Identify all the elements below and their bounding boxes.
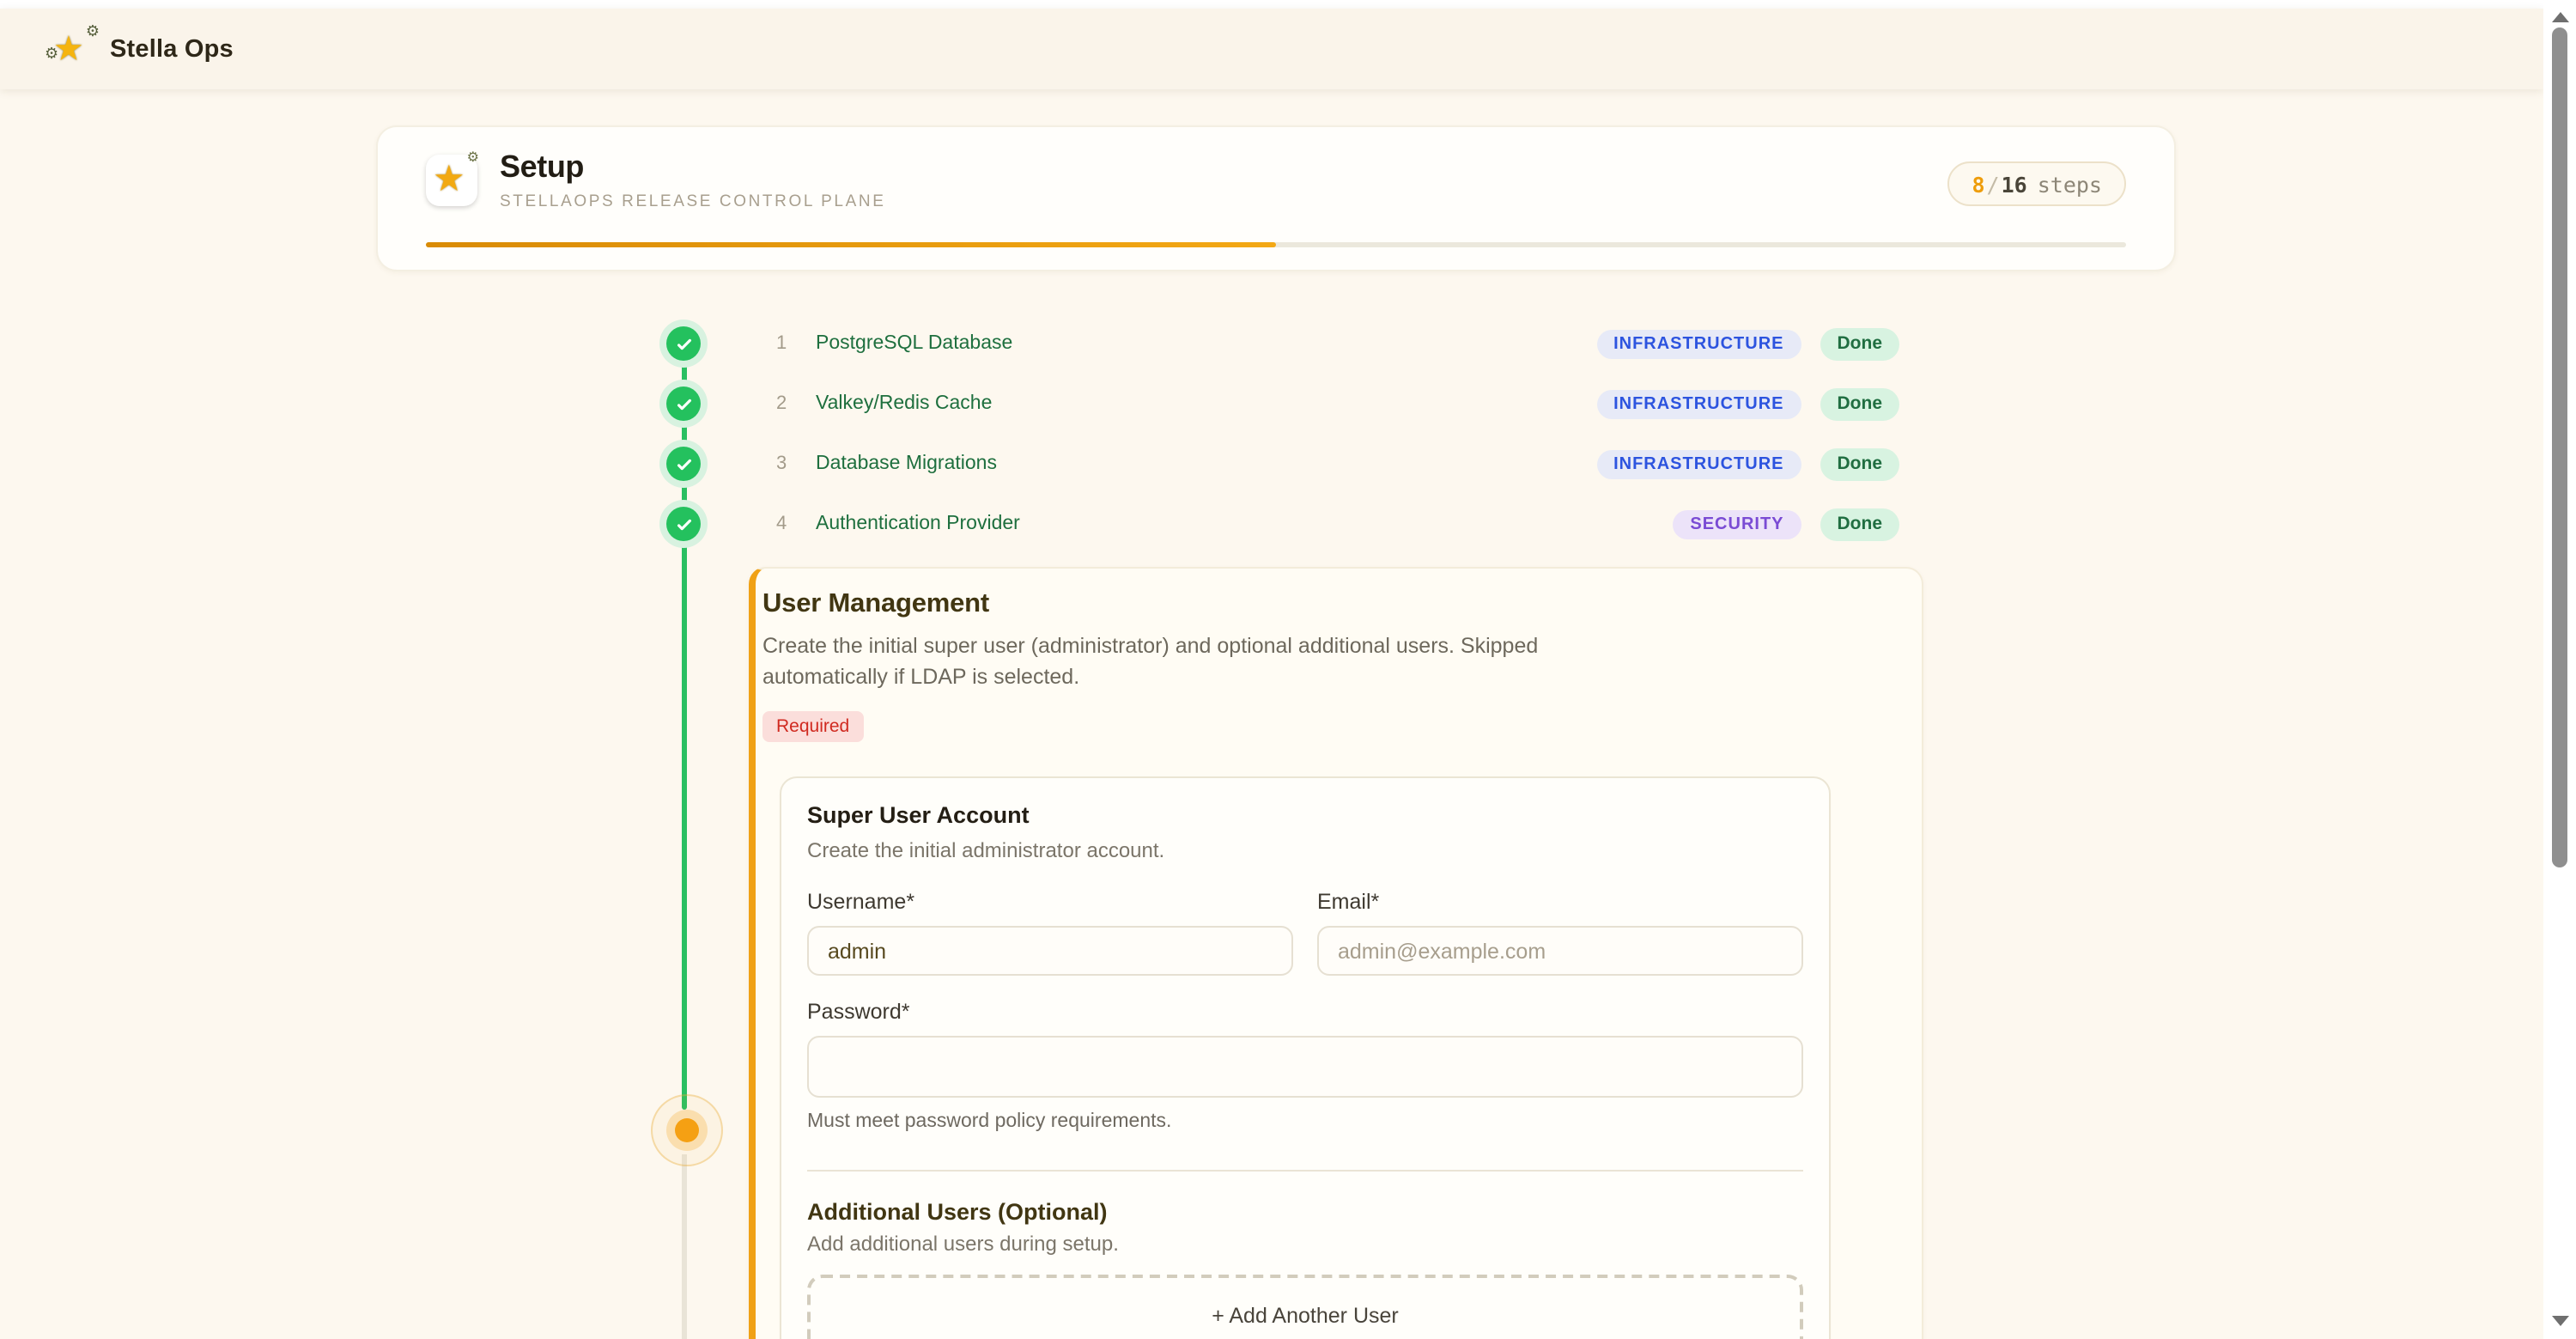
section-title: User Management (762, 589, 1880, 620)
step-number: 2 (776, 393, 800, 414)
password-label: Password* (807, 1000, 1803, 1024)
current-step-dot (675, 1118, 699, 1142)
additional-users-title: Additional Users (Optional) (807, 1199, 1803, 1225)
step-title: Authentication Provider (816, 514, 1020, 534)
setup-title: Setup (500, 149, 584, 186)
app-name: Stella Ops (110, 35, 234, 63)
category-badge: SECURITY (1673, 509, 1801, 539)
check-icon (666, 447, 701, 481)
steps-word: steps (2038, 171, 2102, 197)
step-title: PostgreSQL Database (816, 333, 1012, 354)
user-management-card: User Management Create the initial super… (749, 567, 1923, 1339)
super-user-title: Super User Account (807, 802, 1803, 828)
setup-subtitle: STELLAOPS RELEASE CONTROL PLANE (500, 192, 885, 211)
super-user-panel: Super User Account Create the initial ad… (780, 776, 1831, 1339)
steps-progress-badge: 8 / 16 steps (1947, 161, 2126, 206)
add-another-user-button[interactable]: + Add Another User (807, 1275, 1803, 1339)
password-hint: Must meet password policy requirements. (807, 1111, 1803, 1132)
app-window: ⚙ ★ ⚙ Stella Ops ★ ⚙ Setup STELLAOPS REL… (0, 0, 2576, 1339)
category-badge: INFRASTRUCTURE (1596, 329, 1801, 358)
scrollbar-up-icon[interactable] (2552, 12, 2569, 22)
gear-icon: ⚙ (467, 149, 479, 165)
step-title: Valkey/Redis Cache (816, 393, 992, 414)
gear-icon: ⚙ (86, 21, 100, 40)
step-row-valkey-redis[interactable]: 2 Valkey/Redis Cache INFRASTRUCTURE Done (666, 383, 1899, 424)
top-navigation-bar: ⚙ ★ ⚙ Stella Ops (0, 9, 2543, 89)
username-email-row: Username* Email* (807, 890, 1803, 976)
setup-progress-track (426, 241, 2126, 247)
check-icon (666, 326, 701, 361)
status-badge: Done (1820, 447, 1900, 480)
status-badge: Done (1820, 387, 1900, 420)
status-badge: Done (1820, 327, 1900, 360)
email-label: Email* (1317, 890, 1803, 914)
super-user-description: Create the initial administrator account… (807, 838, 1803, 862)
setup-header-card: ★ ⚙ Setup STELLAOPS RELEASE CONTROL PLAN… (376, 125, 2176, 271)
steps-separator: / (1987, 171, 2000, 197)
step-title: Database Migrations (816, 453, 997, 474)
step-number: 3 (776, 453, 800, 474)
setup-progress-fill (426, 241, 1276, 247)
setup-star-icon: ★ ⚙ (426, 155, 477, 206)
scrollbar[interactable] (2543, 0, 2576, 1339)
timeline-upcoming-line (682, 1154, 686, 1339)
steps-done-count: 8 (1971, 171, 1984, 197)
additional-users-description: Add additional users during setup. (807, 1232, 1803, 1256)
stella-ops-logo-icon: ⚙ ★ ⚙ (52, 28, 93, 70)
step-row-database-migrations[interactable]: 3 Database Migrations INFRASTRUCTURE Don… (666, 443, 1899, 484)
category-badge: INFRASTRUCTURE (1596, 389, 1801, 418)
section-description: Create the initial super user (administr… (762, 630, 1880, 692)
step-number: 4 (776, 514, 800, 534)
password-input[interactable] (807, 1036, 1803, 1098)
category-badge: INFRASTRUCTURE (1596, 449, 1801, 478)
step-row-postgresql[interactable]: 1 PostgreSQL Database INFRASTRUCTURE Don… (666, 323, 1899, 364)
username-input[interactable] (807, 926, 1293, 976)
email-input[interactable] (1317, 926, 1803, 976)
step-row-authentication-provider[interactable]: 4 Authentication Provider SECURITY Done (666, 503, 1899, 545)
required-badge: Required (762, 711, 863, 742)
section-divider (807, 1170, 1803, 1172)
check-icon (666, 386, 701, 421)
star-icon: ★ (53, 27, 84, 70)
status-badge: Done (1820, 508, 1900, 540)
username-label: Username* (807, 890, 1293, 914)
steps-total-count: 16 (2002, 171, 2027, 197)
scrollbar-thumb[interactable] (2551, 27, 2567, 867)
scrollbar-down-icon[interactable] (2552, 1316, 2569, 1326)
check-icon (666, 507, 701, 541)
step-number: 1 (776, 333, 800, 354)
